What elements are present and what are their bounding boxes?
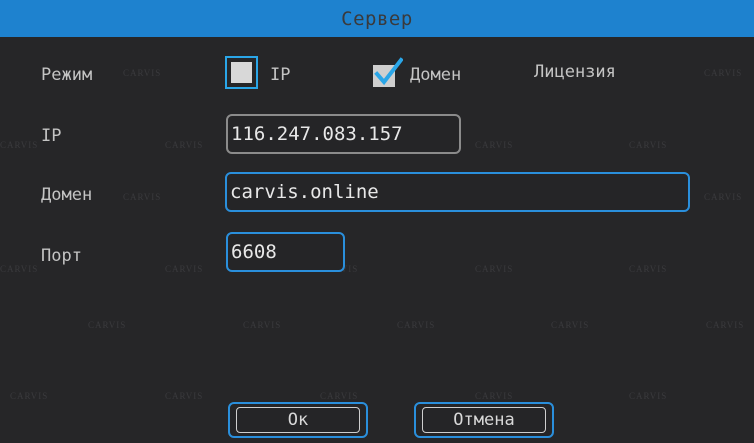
ok-button[interactable]: Ок <box>228 402 368 438</box>
domain-value: carvis.online <box>230 181 379 203</box>
window-title: Сервер <box>341 7 413 30</box>
watermark: CARVIS <box>123 192 162 202</box>
ok-button-label: Ок <box>236 407 360 433</box>
watermark: CARVIS <box>165 391 204 401</box>
domain-label: Домен <box>41 185 93 205</box>
watermark: CARVIS <box>123 68 162 78</box>
watermark: CARVIS <box>704 192 743 202</box>
port-field[interactable]: 6608 <box>226 232 345 272</box>
checkbox-fill <box>231 62 252 83</box>
cancel-button-label: Отмена <box>422 407 546 433</box>
watermark: CARVIS <box>475 391 514 401</box>
watermark: CARVIS <box>165 264 204 274</box>
server-dialog: CARVIS CARVIS CARVIS CARVIS CARVIS CARVI… <box>0 37 754 443</box>
watermark: CARVIS <box>706 320 745 330</box>
ip-mode-label: IP <box>270 65 291 85</box>
watermark: CARVIS <box>629 391 668 401</box>
watermark: CARVIS <box>88 320 127 330</box>
watermark: CARVIS <box>475 140 514 150</box>
port-label: Порт <box>41 246 82 266</box>
domain-mode-checkbox[interactable] <box>371 57 404 89</box>
ip-label: IP <box>41 126 62 146</box>
watermark: CARVIS <box>629 140 668 150</box>
domain-mode-label: Домен <box>410 65 462 85</box>
watermark: CARVIS <box>243 320 282 330</box>
watermark: CARVIS <box>165 140 204 150</box>
check-icon <box>373 57 404 87</box>
ip-mode-checkbox[interactable] <box>225 56 258 89</box>
watermark: CARVIS <box>320 391 359 401</box>
watermark: CARVIS <box>10 391 49 401</box>
mode-label: Режим <box>41 65 93 85</box>
watermark: CARVIS <box>704 68 743 78</box>
watermark: CARVIS <box>397 320 436 330</box>
ip-address-value: 116.247.083.157 <box>231 123 403 145</box>
watermark: CARVIS <box>629 264 668 274</box>
title-bar: Сервер <box>0 0 754 37</box>
watermark: CARVIS <box>475 264 514 274</box>
watermark: CARVIS <box>0 140 39 150</box>
port-value: 6608 <box>231 241 277 263</box>
domain-field[interactable]: carvis.online <box>225 172 690 212</box>
watermark: CARVIS <box>551 320 590 330</box>
cancel-button[interactable]: Отмена <box>414 402 554 438</box>
watermark: CARVIS <box>0 264 39 274</box>
license-label[interactable]: Лицензия <box>534 62 616 82</box>
ip-address-field[interactable]: 116.247.083.157 <box>226 114 461 154</box>
